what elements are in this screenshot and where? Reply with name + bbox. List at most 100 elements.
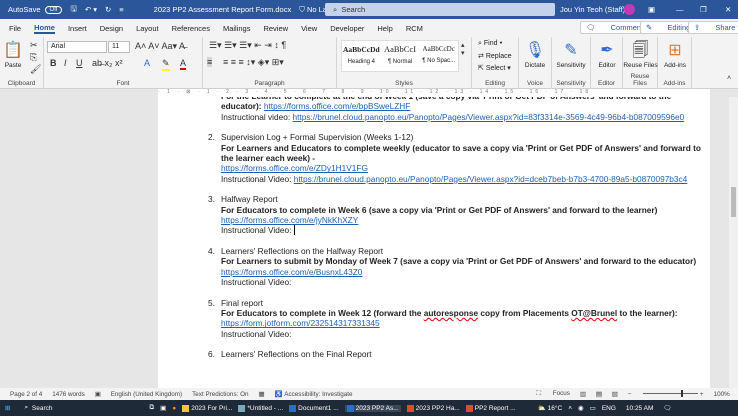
dictate-button[interactable]: 🎙 Dictate [517, 40, 553, 69]
sensitivity-button[interactable]: ✎ Sensitivity [553, 40, 589, 69]
taskbar-app[interactable]: 2023 For Pri... [182, 404, 232, 412]
minimize-icon[interactable]: — [676, 5, 684, 14]
strikethrough-icon[interactable]: ab̶ x₂ x² [92, 58, 123, 68]
accessibility-icon[interactable]: ♿ [274, 390, 282, 398]
collapse-ribbon-icon[interactable]: ˄ [727, 75, 731, 82]
read-mode-icon[interactable]: ▥ [580, 391, 586, 398]
taskbar-app[interactable]: Document1 ... [289, 404, 339, 412]
share-button[interactable]: ⇪ Share ▾ [688, 21, 738, 34]
copy-icon[interactable]: ⎘ [30, 52, 37, 63]
font-name-input[interactable]: Arial [47, 41, 107, 53]
italic-icon[interactable]: I [64, 58, 67, 68]
form-link[interactable]: https://form.jotform.com/232514317331345 [221, 318, 380, 328]
display-settings-icon[interactable]: ▦ [259, 391, 265, 398]
taskbar-app-active[interactable]: 2023 PP2 As... [344, 404, 401, 412]
user-name[interactable]: Jou Yin Teoh (Staff) [560, 5, 625, 14]
cut-icon[interactable]: ✂ [30, 40, 38, 51]
tab-review[interactable]: Review [263, 24, 288, 33]
taskbar-search[interactable]: ⌕ Search [24, 404, 109, 412]
text-predictions[interactable]: Text Predictions: On [192, 391, 248, 398]
tab-rcm[interactable]: RCM [406, 24, 423, 33]
bold-icon[interactable]: B [50, 58, 57, 68]
video-link[interactable]: https://brunel.cloud.panopto.eu/Panopto/… [293, 112, 685, 122]
misspelled-word[interactable]: OT@Brunel [571, 308, 617, 318]
select-button[interactable]: ⇱ Select ▾ [478, 64, 511, 72]
proofing-icon[interactable]: ▣ [95, 391, 101, 398]
tab-references[interactable]: References [172, 24, 210, 33]
search-box[interactable]: ⌕ Search [325, 3, 555, 16]
zoom-slider[interactable]: − + [628, 390, 704, 398]
reuse-files-button[interactable]: 🗐 Reuse Files [623, 40, 658, 69]
misspelled-word[interactable]: autoresponse [424, 308, 478, 318]
avatar[interactable] [624, 4, 635, 15]
align-center-icon[interactable]: ≡ ≡ ≡ ↕▾ ◈▾ ⊞▾ [223, 57, 284, 68]
word-count[interactable]: 1476 words [52, 391, 85, 398]
notifications-icon[interactable]: 🗨 [663, 404, 671, 412]
restore-icon[interactable]: ❐ [700, 5, 707, 14]
tab-mailings[interactable]: Mailings [223, 24, 251, 33]
network-icon[interactable]: ▭ [590, 404, 596, 412]
scrollbar-thumb[interactable] [731, 187, 736, 217]
video-link[interactable]: https://brunel.cloud.panopto.eu/Panopto/… [294, 174, 688, 184]
tray-overflow-icon[interactable]: ˄ [568, 405, 572, 412]
taskbar-app[interactable]: 2023 PP2 Ha... [406, 404, 460, 412]
tab-help[interactable]: Help [377, 24, 392, 33]
app-icon[interactable]: ▣ [160, 404, 166, 412]
styles-scroll-icon[interactable]: ▴ ▾ [461, 41, 465, 57]
page-count[interactable]: Page 2 of 4 [10, 391, 42, 398]
firefox-icon[interactable]: ● [172, 405, 176, 412]
tab-insert[interactable]: Insert [68, 24, 87, 33]
text-effects-icon[interactable]: A [144, 58, 150, 68]
print-layout-icon[interactable]: ▤ [595, 390, 602, 398]
tab-layout[interactable]: Layout [136, 24, 159, 33]
style-heading4[interactable]: AaBbCcDd Heading 4 [342, 41, 381, 71]
font-color-icon[interactable]: A [180, 58, 187, 70]
tab-view[interactable]: View [301, 24, 317, 33]
grow-font-icon[interactable]: A˄ A˅ Aa▾ A̶ [135, 41, 185, 52]
highlight-icon[interactable]: ✎ [162, 58, 170, 71]
style-normal[interactable]: AaBbCcI ¶ Normal [381, 41, 420, 71]
document-page[interactable]: For the Learner to complete at the end o… [158, 97, 710, 388]
ribbon-display-icon[interactable]: ▣ [648, 5, 655, 14]
editor-button[interactable]: ✒ Editor [589, 40, 625, 69]
undo-icon[interactable]: ↶ ▾ [85, 5, 97, 14]
weather-widget[interactable]: ⛅ 16°C [538, 404, 563, 413]
taskbar-app[interactable]: PP2 Report ... [465, 404, 516, 412]
tab-file[interactable]: File [9, 24, 21, 33]
web-layout-icon[interactable]: ▧ [612, 391, 618, 398]
windows-start-icon[interactable]: ⊞ [5, 404, 10, 412]
form-link[interactable]: https://forms.office.com/e/ZDy1H1V1FG [221, 163, 368, 173]
focus-button[interactable]: ⛶ Focus [537, 390, 570, 398]
form-link[interactable]: https://forms.office.com/e/bpBSweLZHF [264, 101, 410, 111]
format-painter-icon[interactable]: 🖌 [30, 64, 41, 75]
clock[interactable]: 10:25 AM [626, 405, 653, 412]
tab-developer[interactable]: Developer [330, 24, 364, 33]
paste-button[interactable]: 📋 Paste [0, 40, 26, 69]
tab-home[interactable]: Home [34, 23, 55, 34]
tab-design[interactable]: Design [100, 24, 123, 33]
form-link[interactable]: https://forms.office.com/e/BusnxL43Z0 [221, 267, 362, 277]
style-no-spacing[interactable]: AaBbCcDc ¶ No Spac... [419, 41, 458, 71]
task-view-icon[interactable]: ⧉ [149, 404, 154, 412]
save-icon[interactable]: 🖫 [70, 3, 76, 16]
close-icon[interactable]: ✕ [725, 5, 731, 14]
taskbar-app[interactable]: *Untitled - ... [238, 404, 283, 412]
customize-qat-icon[interactable]: ≡ [119, 5, 123, 14]
underline-icon[interactable]: U [76, 58, 83, 68]
replace-button[interactable]: ⇄ Replace [478, 52, 512, 60]
font-size-input[interactable]: 11 [108, 41, 130, 53]
zoom-level[interactable]: 100% [714, 391, 730, 398]
bullets-icon[interactable]: ☰▾ ☰▾ ☰▾ ⇤ ⇥ ↕ ¶ [209, 40, 286, 51]
redo-icon[interactable]: ↻ [105, 5, 111, 14]
language[interactable]: English (United Kingdom) [111, 391, 182, 398]
addins-button[interactable]: ⊞ Add-ins [657, 40, 693, 69]
find-button[interactable]: ⌕ Find ▾ [478, 40, 502, 48]
accessibility-status[interactable]: Accessibility: Investigate [284, 391, 352, 398]
ruler-scale[interactable]: · 1 · ⊠ · 1 · 2 · 3 · 4 · 5 · 6 · 7 · 8 … [158, 89, 710, 97]
align-left-icon[interactable]: ≡ [207, 57, 213, 67]
form-link[interactable]: https://forms.office.com/e/jyNkKhXZY [221, 215, 358, 225]
tray-icon[interactable]: ◉ [578, 404, 584, 412]
vertical-scrollbar[interactable] [729, 97, 738, 388]
autosave-toggle[interactable]: Off [44, 5, 63, 14]
language-indicator[interactable]: ENG [602, 405, 616, 412]
